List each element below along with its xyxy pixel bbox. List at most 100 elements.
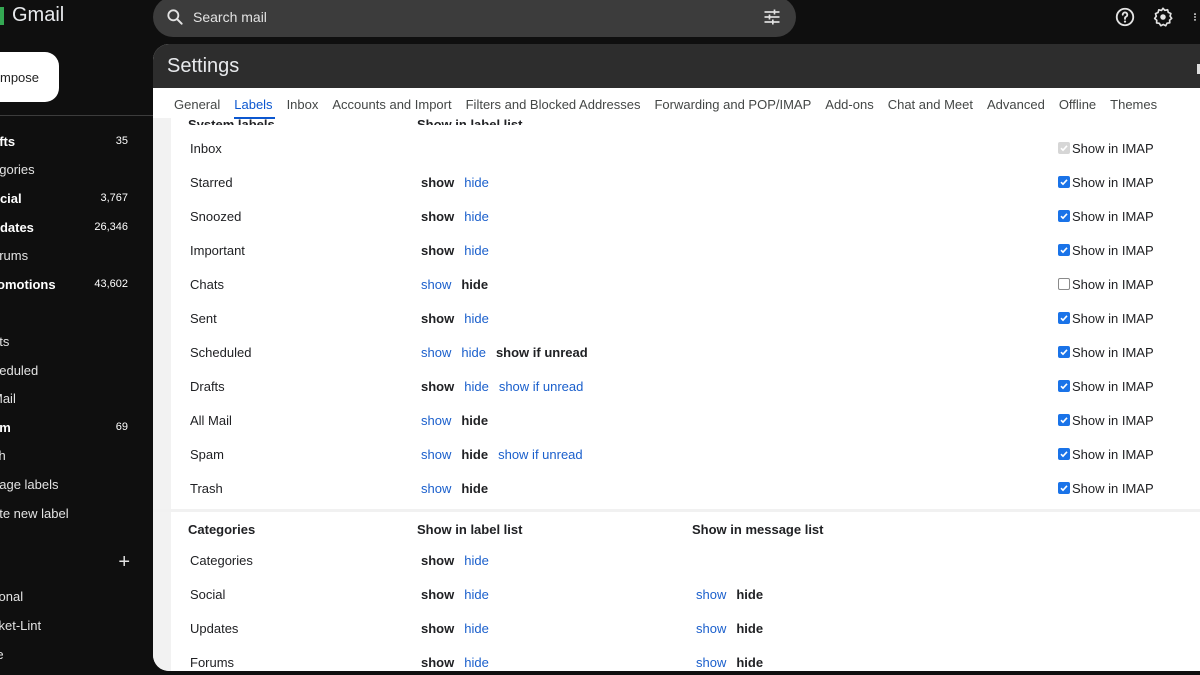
sidebar-user-label[interactable]: re <box>0 640 140 669</box>
checkbox[interactable] <box>1058 312 1070 324</box>
sidebar-user-label[interactable]: sonal <box>0 582 140 611</box>
search-input[interactable]: Search mail <box>193 9 267 25</box>
show-if-unread-option[interactable]: show if unread <box>498 447 583 462</box>
help-icon[interactable] <box>1114 6 1136 28</box>
system-label-row: Scheduled show hide show if unread Show in I… <box>171 335 1200 369</box>
show-option[interactable]: show <box>421 447 451 462</box>
show-option[interactable]: show <box>421 345 451 360</box>
category-name: Forums <box>190 654 235 670</box>
category-name: Categories <box>190 552 253 568</box>
checkbox[interactable] <box>1058 448 1070 460</box>
sidebar-item[interactable]: pdates 26,346 <box>0 213 140 242</box>
show-option[interactable]: show <box>421 481 451 496</box>
show-option: show <box>421 208 455 224</box>
sidebar-item[interactable]: ocial 3,767 <box>0 184 140 213</box>
message-list-options: show hide <box>696 587 763 602</box>
show-in-imap-checkbox[interactable]: Show in IMAP <box>1058 175 1154 190</box>
sidebar-item[interactable]: egories <box>0 156 140 185</box>
show-option[interactable]: show <box>696 621 726 636</box>
show-in-imap-checkbox[interactable]: Show in IMAP <box>1058 345 1154 360</box>
sidebar-item-count: 69 <box>115 421 128 434</box>
hide-option[interactable]: hide <box>461 345 486 360</box>
more-vert-icon[interactable] <box>1190 6 1200 28</box>
show-in-imap-checkbox[interactable]: Show in IMAP <box>1058 209 1154 224</box>
checkbox[interactable] <box>1058 346 1070 358</box>
sidebar-item-label: ats <box>0 333 10 349</box>
system-label-row: Sent show hide Show in IMAP <box>171 301 1200 335</box>
hide-option[interactable]: hide <box>464 587 489 602</box>
system-label-row: Starred show hide Show in IMAP <box>171 165 1200 199</box>
checkbox[interactable] <box>1058 278 1070 290</box>
hide-option: hide <box>461 276 489 292</box>
sidebar-item-label: afts <box>0 133 16 149</box>
checkbox[interactable] <box>1058 244 1070 256</box>
label-list-options: show hide <box>421 277 488 292</box>
search-bar[interactable]: Search mail <box>153 0 796 37</box>
hide-option[interactable]: hide <box>464 379 489 394</box>
sidebar-item[interactable]: romotions 43,602 <box>0 270 140 299</box>
app-name: Gmail <box>12 4 65 26</box>
sidebar-item[interactable]: heduled <box>0 356 140 385</box>
checkbox[interactable] <box>1058 176 1070 188</box>
label-name: Drafts <box>190 378 225 394</box>
show-option[interactable]: show <box>421 277 451 292</box>
sidebar-item-count: 43,602 <box>94 278 128 291</box>
checkbox[interactable] <box>1058 414 1070 426</box>
show-option[interactable]: show <box>696 587 726 602</box>
sidebar-item[interactable]: nage labels <box>0 470 140 499</box>
show-option[interactable]: show <box>696 655 726 670</box>
gmail-m-icon <box>0 6 6 25</box>
show-option: show <box>421 654 455 670</box>
sidebar-item-count: 26,346 <box>94 221 128 234</box>
show-in-imap-checkbox[interactable]: Show in IMAP <box>1058 311 1154 326</box>
settings-gear-icon[interactable] <box>1152 6 1174 28</box>
sidebar-item-label: nage labels <box>0 476 59 492</box>
checkbox[interactable] <box>1058 210 1070 222</box>
sidebar-item[interactable]: ats <box>0 327 140 356</box>
system-label-row: Drafts show hide show if unread Show in IMAP <box>171 369 1200 403</box>
sidebar-item[interactable]: am 69 <box>0 413 140 442</box>
show-if-unread-option[interactable]: show if unread <box>499 379 584 394</box>
hide-option[interactable]: hide <box>464 243 489 258</box>
compose-button[interactable]: mpose <box>0 52 59 102</box>
categories-heading: Categories <box>188 522 256 537</box>
hide-option[interactable]: hide <box>464 621 489 636</box>
sidebar-item[interactable]: sh <box>0 442 140 471</box>
show-in-imap-checkbox[interactable]: Show in IMAP <box>1058 481 1154 496</box>
search-icon[interactable] <box>165 7 185 27</box>
hide-option[interactable]: hide <box>464 553 489 568</box>
label-name: Starred <box>190 174 233 190</box>
sidebar-item[interactable]: orums <box>0 241 140 270</box>
checkbox[interactable] <box>1058 482 1070 494</box>
sidebar-user-label[interactable]: cket-Lint <box>0 611 140 640</box>
sidebar-item[interactable]: Mail <box>0 384 140 413</box>
hide-option: hide <box>736 586 764 602</box>
show-in-imap-checkbox[interactable]: Show in IMAP <box>1058 277 1154 292</box>
plus-icon[interactable]: + <box>118 551 130 574</box>
sidebar-item-label: sonal <box>0 589 24 604</box>
sidebar-item[interactable]: s <box>0 299 140 328</box>
settings-header: Settings <box>153 44 1200 88</box>
gmail-logo[interactable]: Gmail <box>0 4 64 27</box>
sidebar-item-label: romotions <box>0 276 56 292</box>
search-options-icon[interactable] <box>762 7 782 27</box>
sidebar-item[interactable]: ate new label <box>0 499 140 528</box>
show-in-imap-checkbox[interactable]: Show in IMAP <box>1058 413 1154 428</box>
show-in-imap-checkbox[interactable]: Show in IMAP <box>1058 447 1154 462</box>
labels-settings-content: System labels Show in label list Categor… <box>153 117 1200 671</box>
hide-option: hide <box>461 446 489 462</box>
label-list-options: show hide <box>421 413 488 428</box>
hide-option[interactable]: hide <box>464 209 489 224</box>
checkbox <box>1058 142 1070 154</box>
hide-option[interactable]: hide <box>464 175 489 190</box>
sidebar-item[interactable]: afts 35 <box>0 127 140 156</box>
label-name: Snoozed <box>190 208 242 224</box>
show-in-imap-checkbox[interactable]: Show in IMAP <box>1058 243 1154 258</box>
sidebar-item-label: re <box>0 647 4 662</box>
checkbox[interactable] <box>1058 380 1070 392</box>
hide-option[interactable]: hide <box>464 311 489 326</box>
show-option[interactable]: show <box>421 413 451 428</box>
hide-option[interactable]: hide <box>464 655 489 670</box>
label-name: Inbox <box>190 140 222 156</box>
show-in-imap-checkbox[interactable]: Show in IMAP <box>1058 379 1154 394</box>
